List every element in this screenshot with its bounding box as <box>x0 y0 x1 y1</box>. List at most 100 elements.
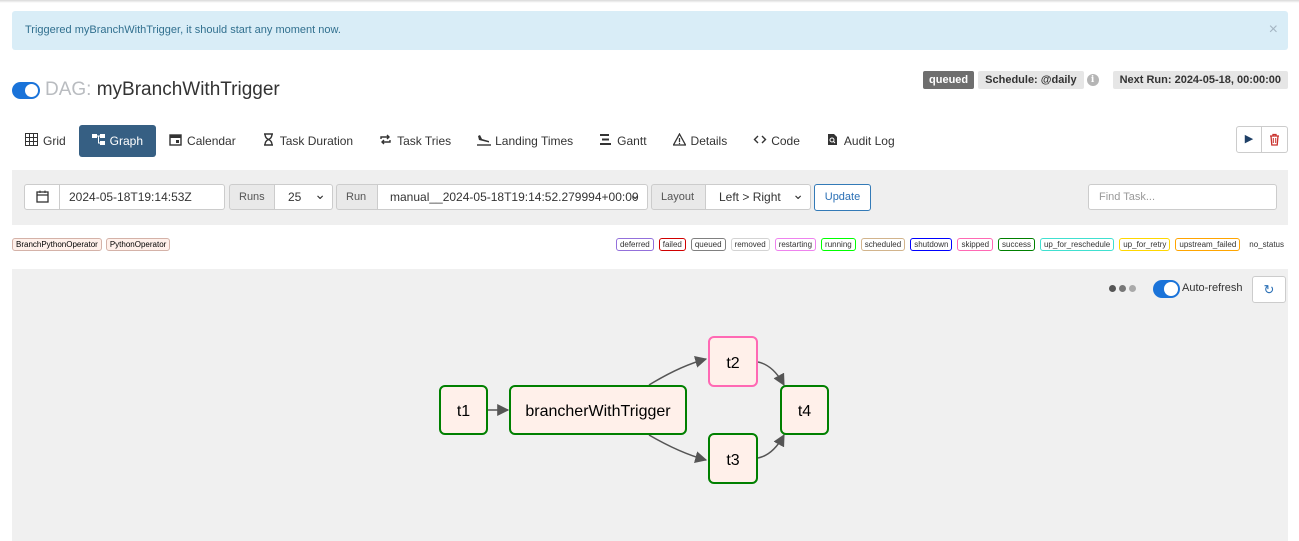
legend-queued[interactable]: queued <box>690 238 726 251</box>
run-select-value: manual__2024-05-18T19:14:52.279994+00:00 <box>390 190 639 204</box>
find-task-input[interactable] <box>1088 184 1277 210</box>
edge-brancherWithTrigger-t2 <box>648 356 708 386</box>
legend-skipped[interactable]: skipped <box>957 238 994 251</box>
tab-task-tries[interactable]: Task Tries <box>366 125 464 157</box>
runs-label: Runs <box>229 184 275 210</box>
legend-no-status[interactable]: no_status <box>1245 238 1288 251</box>
layout-select[interactable]: Left > Right <box>706 184 811 210</box>
edge-t2-t4 <box>757 361 785 387</box>
base-date-value: 2024-05-18T19:14:53Z <box>69 190 192 204</box>
dag-prefix: DAG: <box>45 79 92 100</box>
run-select[interactable]: manual__2024-05-18T19:14:52.279994+00:00 <box>378 184 648 210</box>
tab-code[interactable]: Code <box>740 125 813 157</box>
task-node-label: t4 <box>798 403 811 420</box>
info-icon[interactable]: i <box>1086 73 1099 86</box>
dag-graph: t1 brancherWithTrigger t2 t3 t4 <box>439 336 829 484</box>
tab-label: Details <box>690 134 728 148</box>
legend-failed[interactable]: failed <box>658 238 686 251</box>
hourglass-icon <box>262 133 275 149</box>
tab-label: Task Tries <box>397 134 452 148</box>
tab-label: Graph <box>109 134 144 148</box>
edge-brancherWithTrigger-t3 <box>648 434 708 463</box>
file-search-icon <box>826 133 839 149</box>
trigger-dag-button[interactable]: ▶ <box>1236 126 1262 153</box>
legend-branch-python-operator: BranchPythonOperator <box>12 238 102 251</box>
close-icon[interactable]: × <box>1269 11 1278 48</box>
update-button[interactable]: Update <box>814 184 871 211</box>
tab-audit-log[interactable]: Audit Log <box>813 125 908 157</box>
legend-upstream-failed[interactable]: upstream_failed <box>1175 238 1241 251</box>
dag-pause-toggle[interactable] <box>12 82 40 99</box>
calendar-icon <box>169 133 182 149</box>
tab-task-duration[interactable]: Task Duration <box>249 125 366 157</box>
task-node-t3[interactable]: t3 <box>708 433 758 484</box>
layout-select-value: Left > Right <box>719 190 781 204</box>
task-node-t4[interactable]: t4 <box>780 385 829 435</box>
dag-view-tabs: Grid Graph Calendar Task Duration Task T… <box>12 125 908 157</box>
legend-running[interactable]: running <box>821 238 856 251</box>
legend-restarting[interactable]: restarting <box>774 238 817 251</box>
legend-python-operator: PythonOperator <box>105 238 171 251</box>
legend-success[interactable]: success <box>998 238 1035 251</box>
tab-label: Grid <box>43 134 66 148</box>
state-legend: deferred failed queued removed restartin… <box>611 238 1288 251</box>
top-shadow <box>0 0 1299 3</box>
task-node-label: t2 <box>726 355 739 372</box>
tab-label: Audit Log <box>843 134 895 148</box>
graph-icon <box>91 133 105 149</box>
tab-calendar[interactable]: Calendar <box>156 125 249 157</box>
page-title: DAG: myBranchWithTrigger <box>45 78 280 102</box>
task-node-label: t3 <box>726 452 739 469</box>
trash-icon <box>1269 133 1280 149</box>
tab-label: Calendar <box>187 134 236 148</box>
legend-removed[interactable]: removed <box>730 238 770 251</box>
calendar-icon <box>35 190 49 206</box>
tab-landing-times[interactable]: Landing Times <box>464 125 586 157</box>
tab-grid[interactable]: Grid <box>12 125 79 157</box>
legend-shutdown[interactable]: shutdown <box>910 238 953 251</box>
legend-up-for-reschedule[interactable]: up_for_reschedule <box>1039 238 1115 251</box>
status-badge: queued <box>923 70 975 89</box>
edge-t3-t4 <box>757 433 785 459</box>
grid-icon <box>25 133 38 149</box>
tab-label: Landing Times <box>495 134 574 148</box>
runs-select[interactable]: 25 <box>275 184 333 210</box>
layout-label-text: Layout <box>661 191 695 203</box>
dag-name: myBranchWithTrigger <box>96 79 280 100</box>
legend-deferred[interactable]: deferred <box>615 238 654 251</box>
task-node-t1[interactable]: t1 <box>439 385 488 435</box>
task-node-brancherWithTrigger[interactable]: brancherWithTrigger <box>509 385 687 435</box>
run-label-text: Run <box>346 191 367 203</box>
base-date-input[interactable]: 2024-05-18T19:14:53Z <box>60 184 225 210</box>
runs-label-text: Runs <box>239 191 265 203</box>
next-run-badge: Next Run: 2024-05-18, 00:00:00 <box>1112 70 1288 89</box>
task-node-t2[interactable]: t2 <box>708 336 758 387</box>
alert-banner: Triggered myBranchWithTrigger, it should… <box>12 11 1288 50</box>
plane-landing-icon <box>477 133 492 149</box>
run-label: Run <box>336 184 378 210</box>
legend-scheduled[interactable]: scheduled <box>860 238 906 251</box>
task-node-label: brancherWithTrigger <box>525 403 671 420</box>
graph-canvas[interactable]: Auto-refresh ↻ t1 brancherWithTrigger t2 <box>12 269 1288 541</box>
tab-label: Gantt <box>617 134 647 148</box>
dag-header-badges: queued Schedule: @daily i Next Run: 2024… <box>923 70 1288 89</box>
filter-bar: 2024-05-18T19:14:53Z Runs 25 Run manual_… <box>12 170 1288 225</box>
tab-graph[interactable]: Graph <box>78 125 157 157</box>
dag-actions: ▶ <box>1236 126 1288 153</box>
legend-up-for-retry[interactable]: up_for_retry <box>1119 238 1171 251</box>
runs-select-value: 25 <box>288 190 302 204</box>
calendar-picker-button[interactable] <box>24 184 60 210</box>
warning-triangle-icon <box>671 132 687 149</box>
operator-legend: BranchPythonOperator PythonOperator <box>12 238 174 251</box>
schedule-badge: Schedule: @daily <box>978 70 1084 89</box>
repeat-icon <box>379 133 392 149</box>
delete-dag-button[interactable] <box>1262 126 1288 153</box>
play-icon: ▶ <box>1244 133 1254 145</box>
layout-label: Layout <box>651 184 706 210</box>
tab-gantt[interactable]: Gantt <box>586 125 659 157</box>
tab-details[interactable]: Details <box>660 125 741 157</box>
gantt-icon <box>599 133 612 149</box>
tab-label: Task Duration <box>279 134 354 148</box>
alert-message: Triggered myBranchWithTrigger, it should… <box>25 24 341 36</box>
code-icon <box>753 133 767 149</box>
